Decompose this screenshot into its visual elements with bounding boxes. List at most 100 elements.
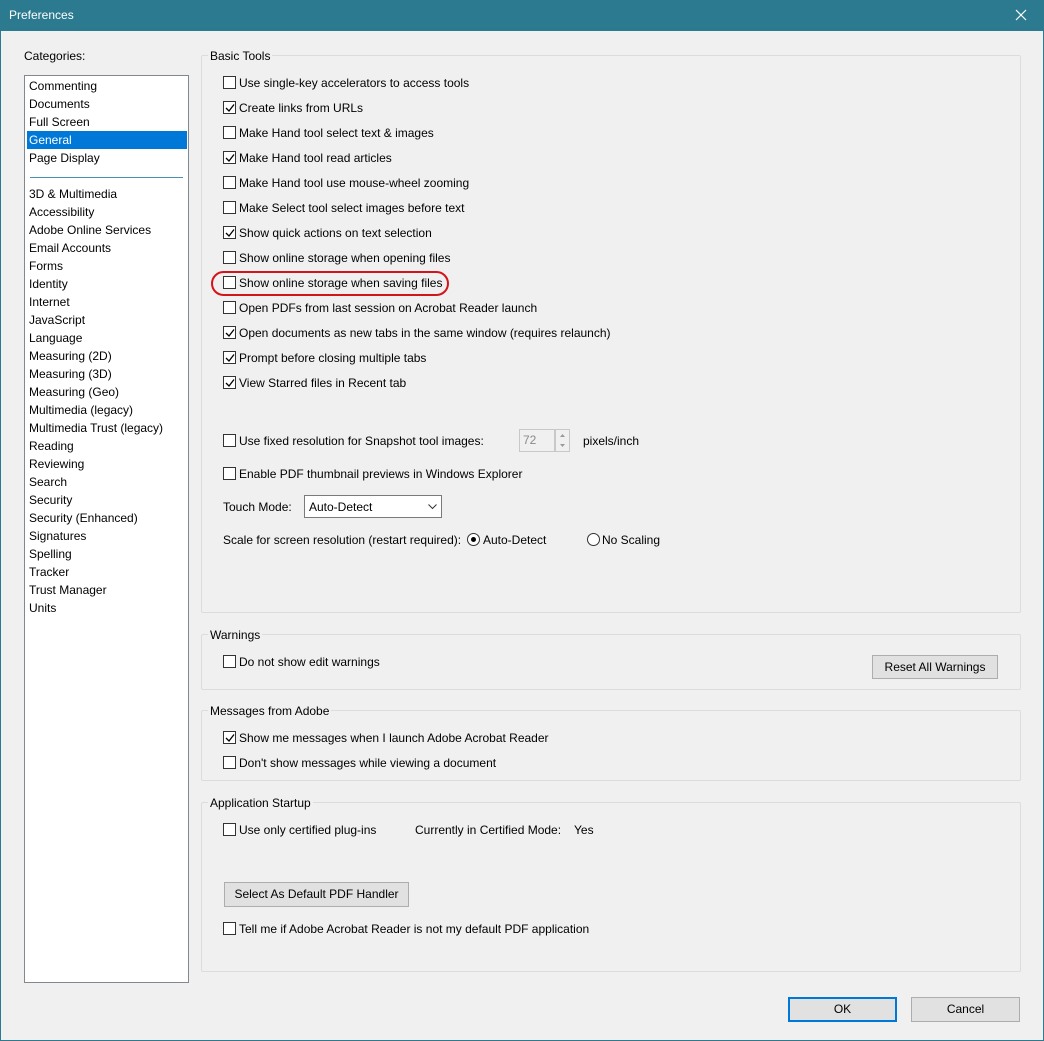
- certified-mode-value: Yes: [574, 823, 594, 837]
- default-app-notify-label: Tell me if Adobe Acrobat Reader is not m…: [239, 922, 590, 936]
- default-app-notify-checkbox[interactable]: [223, 922, 236, 935]
- basic-tools-option-checkbox[interactable]: [223, 251, 236, 264]
- category-item[interactable]: Accessibility: [27, 203, 187, 221]
- snapshot-resolution-checkbox[interactable]: [223, 434, 236, 447]
- no-scaling-radio-label: No Scaling: [602, 533, 661, 547]
- basic-tools-option-label: Show quick actions on text selection: [239, 226, 432, 240]
- checkmark-icon: [225, 154, 235, 162]
- ok-button[interactable]: OK: [788, 997, 897, 1022]
- basic-tools-option-checkbox[interactable]: [223, 301, 236, 314]
- category-item[interactable]: Identity: [27, 275, 187, 293]
- title-bar: Preferences: [0, 0, 1044, 31]
- basic-tools-option-checkbox[interactable]: [223, 201, 236, 214]
- highlight-annotation: [211, 271, 449, 296]
- touch-mode-select[interactable]: Auto-Detect: [304, 495, 442, 518]
- category-item[interactable]: Security (Enhanced): [27, 509, 187, 527]
- category-item[interactable]: Commenting: [27, 77, 187, 95]
- category-item[interactable]: Email Accounts: [27, 239, 187, 257]
- basic-tools-option-checkbox[interactable]: [223, 126, 236, 139]
- reset-warnings-button[interactable]: Reset All Warnings: [872, 655, 998, 679]
- category-item[interactable]: Measuring (Geo): [27, 383, 187, 401]
- touch-mode-value: Auto-Detect: [309, 500, 373, 514]
- category-item[interactable]: Documents: [27, 95, 187, 113]
- basic-tools-option-checkbox[interactable]: [223, 76, 236, 89]
- no-scaling-radio[interactable]: [587, 533, 600, 546]
- category-item[interactable]: Reading: [27, 437, 187, 455]
- basic-tools-option-label: Show online storage when opening files: [239, 251, 451, 265]
- messages-title: Messages from Adobe: [208, 704, 332, 718]
- category-item[interactable]: Measuring (2D): [27, 347, 187, 365]
- category-item[interactable]: Adobe Online Services: [27, 221, 187, 239]
- close-button[interactable]: [998, 0, 1044, 31]
- categories-label: Categories:: [24, 49, 86, 63]
- auto-detect-radio[interactable]: [467, 533, 480, 546]
- scale-label: Scale for screen resolution (restart req…: [223, 533, 462, 547]
- certified-mode-label: Currently in Certified Mode:: [415, 823, 562, 837]
- basic-tools-option-label: View Starred files in Recent tab: [239, 376, 407, 390]
- snapshot-resolution-input[interactable]: 72: [519, 429, 555, 452]
- checkmark-icon: [225, 354, 235, 362]
- category-item[interactable]: Measuring (3D): [27, 365, 187, 383]
- basic-tools-option-label: Make Hand tool use mouse-wheel zooming: [239, 176, 470, 190]
- basic-tools-option-label: Make Hand tool select text & images: [239, 126, 434, 140]
- category-item[interactable]: Forms: [27, 257, 187, 275]
- radio-selected-dot: [471, 537, 476, 542]
- basic-tools-option-checkbox[interactable]: [223, 351, 236, 364]
- startup-title: Application Startup: [208, 796, 313, 810]
- basic-tools-option-label: Make Hand tool read articles: [239, 151, 392, 165]
- basic-tools-option-checkbox[interactable]: [223, 176, 236, 189]
- basic-tools-option-label: Open documents as new tabs in the same w…: [239, 326, 611, 340]
- thumbnail-preview-checkbox[interactable]: [223, 467, 236, 480]
- basic-tools-option-checkbox[interactable]: [223, 326, 236, 339]
- categories-list[interactable]: Commenting Documents Full Screen General…: [24, 75, 189, 983]
- category-item[interactable]: Full Screen: [27, 113, 187, 131]
- category-item[interactable]: Trust Manager: [27, 581, 187, 599]
- category-item[interactable]: Signatures: [27, 527, 187, 545]
- spinner-down-icon: [560, 444, 565, 447]
- snapshot-resolution-unit: pixels/inch: [583, 434, 640, 448]
- checkmark-icon: [225, 104, 235, 112]
- snapshot-resolution-spinner[interactable]: [555, 429, 570, 452]
- viewing-messages-label: Don't show messages while viewing a docu…: [239, 756, 497, 770]
- category-item[interactable]: Units: [27, 599, 187, 617]
- category-item[interactable]: Reviewing: [27, 455, 187, 473]
- edit-warnings-checkbox[interactable]: [223, 655, 236, 668]
- category-item[interactable]: Tracker: [27, 563, 187, 581]
- cancel-button[interactable]: Cancel: [911, 997, 1020, 1022]
- category-item[interactable]: Search: [27, 473, 187, 491]
- viewing-messages-checkbox[interactable]: [223, 756, 236, 769]
- category-item-selected[interactable]: General: [27, 131, 187, 149]
- checkmark-icon: [225, 734, 235, 742]
- thumbnail-preview-label: Enable PDF thumbnail previews in Windows…: [239, 467, 523, 481]
- snapshot-resolution-label: Use fixed resolution for Snapshot tool i…: [239, 434, 484, 448]
- messages-group: [201, 710, 1021, 781]
- basic-tools-option-checkbox[interactable]: [223, 226, 236, 239]
- basic-tools-option-label: Use single-key accelerators to access to…: [239, 76, 470, 90]
- basic-tools-option-label: Make Select tool select images before te…: [239, 201, 465, 215]
- category-item[interactable]: Multimedia Trust (legacy): [27, 419, 187, 437]
- basic-tools-option-checkbox[interactable]: [223, 376, 236, 389]
- dropdown-arrow: [424, 496, 441, 517]
- basic-tools-option-checkbox[interactable]: [223, 151, 236, 164]
- category-item[interactable]: Page Display: [27, 149, 187, 167]
- category-item[interactable]: Language: [27, 329, 187, 347]
- chevron-down-icon: [428, 504, 437, 510]
- category-item[interactable]: JavaScript: [27, 311, 187, 329]
- basic-tools-title: Basic Tools: [208, 49, 273, 63]
- basic-tools-option-label: Prompt before closing multiple tabs: [239, 351, 427, 365]
- category-item[interactable]: Multimedia (legacy): [27, 401, 187, 419]
- basic-tools-option-checkbox[interactable]: [223, 101, 236, 114]
- category-item[interactable]: Security: [27, 491, 187, 509]
- basic-tools-option-label: Create links from URLs: [239, 101, 364, 115]
- certified-plugins-checkbox[interactable]: [223, 823, 236, 836]
- touch-mode-label: Touch Mode:: [223, 500, 292, 514]
- category-item[interactable]: 3D & Multimedia: [27, 185, 187, 203]
- checkmark-icon: [225, 379, 235, 387]
- launch-messages-label: Show me messages when I launch Adobe Acr…: [239, 731, 549, 745]
- checkmark-icon: [225, 229, 235, 237]
- launch-messages-checkbox[interactable]: [223, 731, 236, 744]
- warnings-title: Warnings: [208, 628, 263, 642]
- default-pdf-handler-button[interactable]: Select As Default PDF Handler: [224, 882, 409, 907]
- category-item[interactable]: Spelling: [27, 545, 187, 563]
- category-item[interactable]: Internet: [27, 293, 187, 311]
